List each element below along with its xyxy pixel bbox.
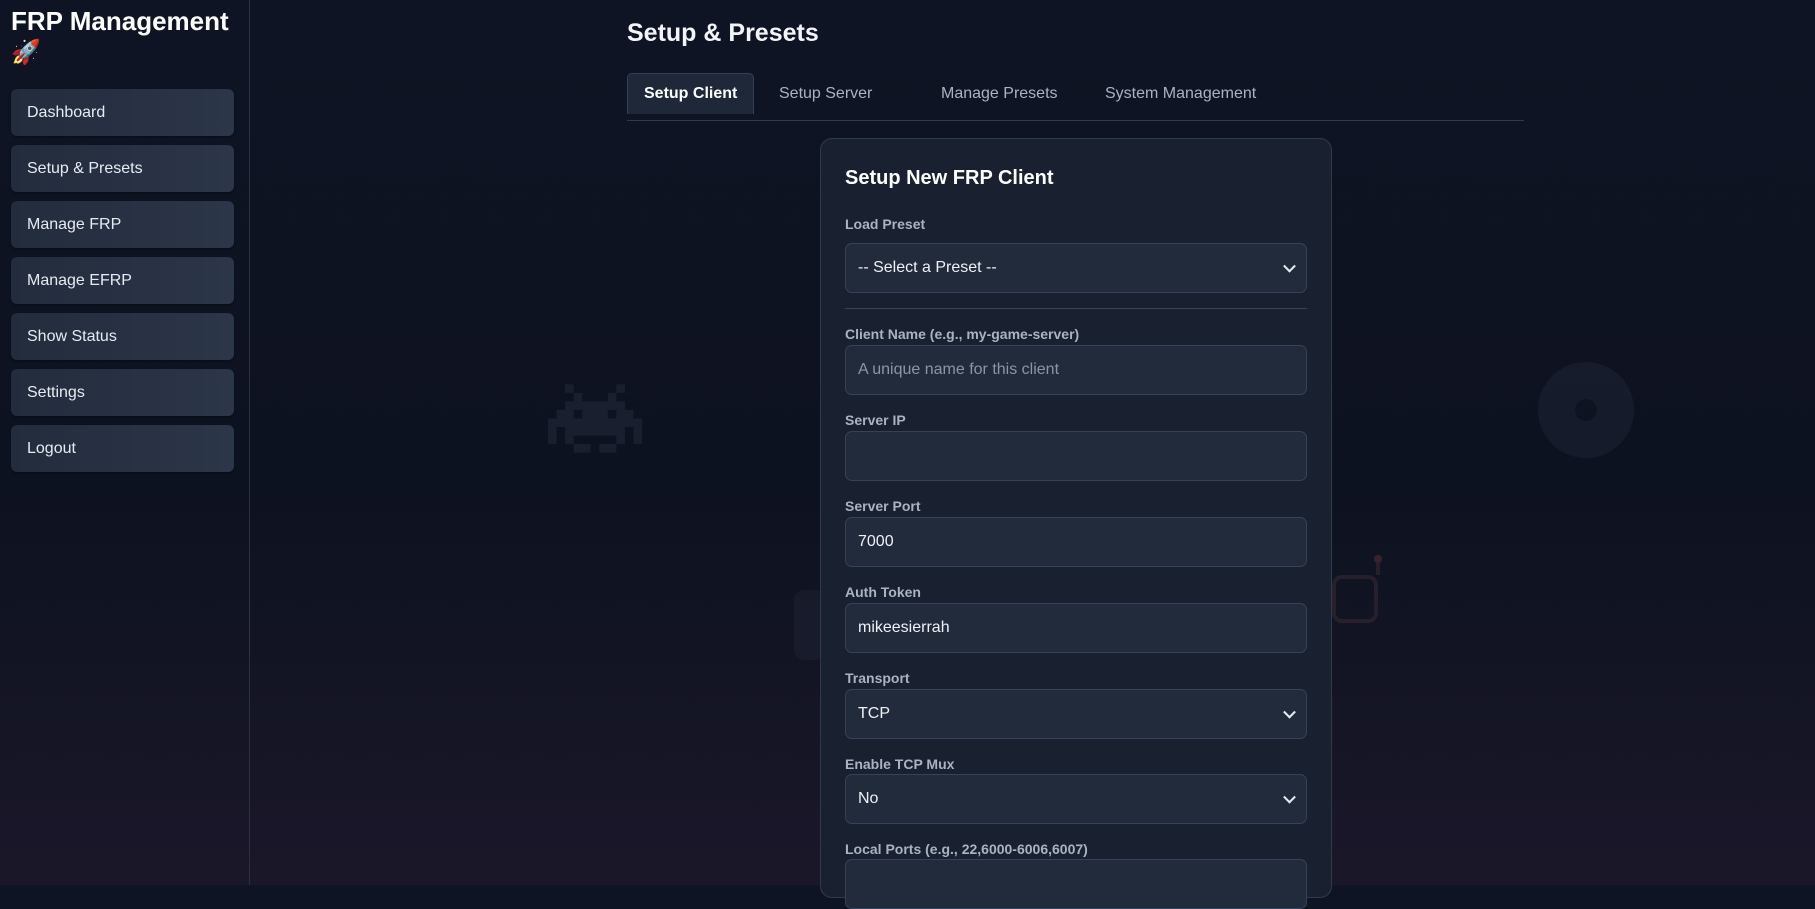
client-name-label: Client Name (e.g., my-game-server) [845,326,1080,342]
sidebar-item-label: Logout [27,439,76,457]
sidebar-item-setup-presets[interactable]: Setup & Presets [11,145,234,192]
chevron-down-icon [1283,259,1296,273]
server-ip-input[interactable] [845,431,1307,481]
sidebar-item-label: Dashboard [27,103,106,121]
tab-system-management[interactable]: System Management [1089,73,1272,114]
tab-label: Manage Presets [941,84,1058,102]
setup-client-card: Setup New FRP Client Load Preset -- Sele… [820,138,1332,909]
tab-bar: Setup Client Setup Server Manage Presets… [627,73,1524,121]
transport-value: TCP [858,705,890,722]
tab-label: Setup Client [644,85,738,102]
form-title: Setup New FRP Client [845,167,1054,189]
tcp-mux-label: Enable TCP Mux [845,756,955,772]
client-name-input[interactable]: A unique name for this client [845,345,1307,395]
space-invader-icon [548,384,642,453]
load-preset-label: Load Preset [845,216,926,232]
tcp-mux-select[interactable]: No [845,774,1307,824]
server-port-input[interactable]: 7000 [845,517,1307,567]
sidebar-item-label: Manage EFRP [27,271,132,289]
server-port-value: 7000 [858,533,894,550]
transport-label: Transport [845,670,910,686]
tab-manage-presets[interactable]: Manage Presets [925,73,1074,114]
load-preset-value: -- Select a Preset -- [858,259,997,276]
sidebar-item-manage-frp[interactable]: Manage FRP [11,201,234,248]
sidebar-item-show-status[interactable]: Show Status [11,313,234,360]
sidebar-item-label: Manage FRP [27,215,122,233]
transport-select[interactable]: TCP [845,689,1307,739]
auth-token-value: mikeesierrah [858,619,950,636]
sidebar-item-settings[interactable]: Settings [11,369,234,416]
app-title-text: FRP Management [11,6,229,36]
chevron-down-icon [1283,790,1296,804]
sidebar-nav: Dashboard Setup & Presets Manage FRP Man… [11,89,234,481]
sidebar-item-manage-efrp[interactable]: Manage EFRP [11,257,234,304]
robot-icon [1332,555,1382,623]
vinyl-disc-icon [1538,362,1634,458]
local-ports-input[interactable] [845,859,1307,909]
sidebar: FRP Management 🚀 Dashboard Setup & Prese… [0,0,250,885]
load-preset-select[interactable]: -- Select a Preset -- [845,243,1307,293]
client-name-placeholder: A unique name for this client [858,361,1060,378]
app-title: FRP Management 🚀 [11,6,241,68]
server-port-label: Server Port [845,498,921,514]
rocket-icon: 🚀 [11,39,41,66]
auth-token-input[interactable]: mikeesierrah [845,603,1307,653]
server-ip-label: Server IP [845,412,906,428]
tcp-mux-value: No [858,790,879,807]
tab-setup-client[interactable]: Setup Client [627,73,755,114]
local-ports-label: Local Ports (e.g., 22,6000-6006,6007) [845,841,1088,857]
auth-token-label: Auth Token [845,584,921,600]
sidebar-item-logout[interactable]: Logout [11,425,234,472]
page-title: Setup & Presets [627,19,819,47]
sidebar-item-label: Settings [27,383,85,401]
chevron-down-icon [1283,705,1296,719]
tab-label: System Management [1105,84,1257,102]
tab-setup-server[interactable]: Setup Server [763,73,888,114]
sidebar-item-label: Show Status [27,327,117,345]
divider [845,308,1307,309]
tab-label: Setup Server [779,84,873,102]
sidebar-item-dashboard[interactable]: Dashboard [11,89,234,136]
sidebar-item-label: Setup & Presets [27,159,143,177]
